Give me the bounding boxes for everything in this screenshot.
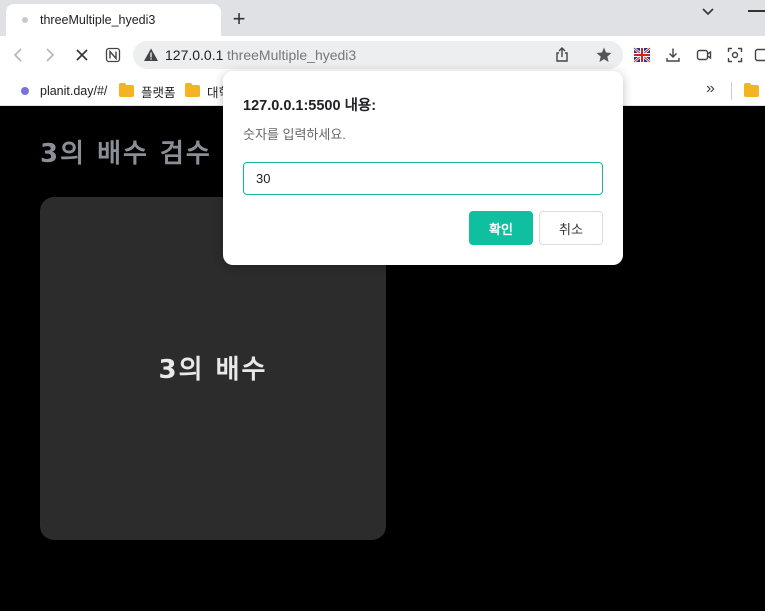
bookmark-folder-platform[interactable]: 플랫폼 [119, 82, 176, 100]
browser-tab[interactable]: threeMultiple_hyedi3 [6, 4, 221, 36]
tab-title: threeMultiple_hyedi3 [40, 13, 156, 27]
loading-indicator-icon [22, 17, 28, 23]
planit-favicon-icon [21, 87, 29, 95]
dialog-message: 숫자를 입력하세요. [243, 127, 346, 142]
ok-button[interactable]: 확인 [469, 211, 533, 245]
bookmark-folder-other[interactable] [744, 82, 765, 100]
bookmarks-divider [731, 82, 732, 100]
bookmark-label: 플랫폼 [141, 85, 176, 100]
folder-icon [119, 83, 134, 97]
browser-toolbar: 127.0.0.1 threeMultiple_hyedi3 [0, 36, 765, 74]
chevron-down-icon[interactable] [700, 3, 716, 19]
not-secure-warning-icon[interactable] [143, 47, 159, 63]
minimize-icon[interactable] [748, 10, 765, 12]
bookmark-label: planit.day/#/ [40, 84, 108, 98]
back-icon[interactable] [8, 45, 28, 65]
bookmarks-overflow-button[interactable]: » [706, 80, 715, 98]
tab-bar: threeMultiple_hyedi3 + [0, 0, 765, 36]
forward-icon[interactable] [40, 45, 60, 65]
new-tab-button[interactable]: + [228, 8, 250, 30]
url-host: 127.0.0.1 [165, 47, 224, 63]
download-icon[interactable] [663, 45, 683, 65]
screenshot-icon[interactable] [725, 45, 745, 65]
translate-flag-icon[interactable] [632, 45, 652, 65]
prompt-input[interactable] [243, 162, 603, 195]
address-bar[interactable]: 127.0.0.1 threeMultiple_hyedi3 [133, 41, 623, 69]
folder-icon [744, 83, 759, 97]
page-title: 3의 배수 검수 프 [40, 139, 249, 169]
url-path: threeMultiple_hyedi3 [227, 47, 357, 63]
cancel-button[interactable]: 취소 [539, 211, 603, 245]
dialog-title: 127.0.0.1:5500 내용: [243, 98, 377, 114]
share-icon[interactable] [553, 46, 571, 64]
extension-n-icon[interactable] [103, 45, 123, 65]
stop-loading-icon[interactable] [72, 45, 92, 65]
media-capture-icon[interactable] [694, 45, 714, 65]
card-label: 3의 배수 [158, 355, 268, 385]
bookmark-star-icon[interactable] [595, 46, 613, 64]
prompt-dialog: 127.0.0.1:5500 내용: 숫자를 입력하세요. 확인 취소 [223, 71, 623, 265]
bookmark-planit[interactable]: planit.day/#/ [21, 82, 107, 100]
sidebar-panel-icon[interactable] [752, 45, 765, 65]
folder-icon [185, 83, 200, 97]
